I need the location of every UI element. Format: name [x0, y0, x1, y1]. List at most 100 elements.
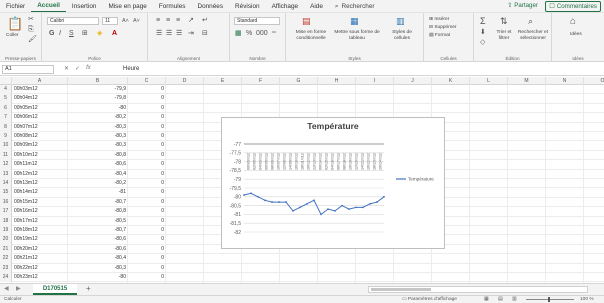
ideas-icon[interactable]: ⌂	[570, 17, 576, 27]
column-header-K[interactable]: K	[432, 77, 470, 85]
row-number[interactable]: 22	[0, 254, 12, 264]
row-number[interactable]: 12	[0, 160, 12, 170]
function-icon[interactable]: fx	[86, 65, 91, 72]
indent-icon[interactable]: ⇥	[188, 30, 194, 38]
table-row[interactable]: 4 00h03m12 -79,9 0	[0, 85, 604, 95]
decimal-icon[interactable]: ⁰⁰	[272, 30, 276, 38]
column-header-F[interactable]: F	[242, 77, 280, 85]
cell-b[interactable]: -80	[68, 104, 128, 113]
cell-a[interactable]: 00h15m12	[12, 198, 68, 207]
select-all-corner[interactable]	[0, 77, 12, 85]
column-header-C[interactable]: C	[128, 77, 166, 85]
cell-b[interactable]: -80,8	[68, 207, 128, 216]
formula-input[interactable]: Heure	[123, 65, 139, 74]
cell-a[interactable]: 00h10m12	[12, 151, 68, 160]
enter-icon[interactable]: ✓	[75, 65, 80, 72]
row-number[interactable]: 9	[0, 132, 12, 142]
row-number[interactable]: 5	[0, 94, 12, 104]
sheet-tab-D170515[interactable]: D170515	[33, 284, 77, 295]
normal-view-icon[interactable]: ▦	[484, 296, 489, 303]
copy-icon[interactable]: ⎘	[28, 26, 34, 34]
comments-button[interactable]: ☐ Commentaires	[545, 1, 601, 12]
cell-c[interactable]: 0	[128, 226, 166, 235]
cell-b[interactable]: -80,5	[68, 217, 128, 226]
menu-accueil[interactable]: Accueil	[31, 0, 66, 12]
clear-icon[interactable]: ◇	[480, 39, 485, 47]
cell-c[interactable]: 0	[128, 207, 166, 216]
cell-b[interactable]: -80	[68, 273, 128, 282]
column-header-I[interactable]: I	[356, 77, 394, 85]
cell-a[interactable]: 00h08m12	[12, 132, 68, 141]
share-button[interactable]: ⇪ Partager	[507, 2, 538, 9]
column-header-N[interactable]: N	[546, 77, 584, 85]
cell-b[interactable]: -80,4	[68, 254, 128, 263]
cell-a[interactable]: 00h12m12	[12, 170, 68, 179]
zoom-slider[interactable]	[526, 297, 574, 302]
cell-c[interactable]: 0	[128, 113, 166, 122]
menu-fichier[interactable]: Fichier	[0, 0, 31, 13]
cell-a[interactable]: 00h21m12	[12, 254, 68, 263]
wrap-text-icon[interactable]: ↵	[202, 17, 208, 25]
cell-b[interactable]: -79,8	[68, 94, 128, 103]
row-number[interactable]: 24	[0, 273, 12, 283]
column-header-A[interactable]: A	[12, 77, 68, 85]
table-row[interactable]: 24 00h23m12 -80 0	[0, 273, 604, 283]
row-number[interactable]: 17	[0, 207, 12, 217]
cell-b[interactable]: -80,4	[68, 170, 128, 179]
tell-me-search[interactable]: ⌕ Rechercher	[329, 0, 381, 13]
font-name-select[interactable]: Calibri	[47, 17, 99, 25]
ideas-button[interactable]: Idées	[570, 32, 582, 38]
cell-a[interactable]: 00h06m12	[12, 113, 68, 122]
table-row[interactable]: 22 00h21m12 -80,4 0	[0, 254, 604, 264]
format-painter-icon[interactable]: 🖌	[28, 36, 37, 44]
column-header-G[interactable]: G	[280, 77, 318, 85]
temperature-chart[interactable]: Température -77 -77,5 -78 -78,5 -79 -79,5 -80-…	[221, 117, 445, 249]
cell-a[interactable]: 00h17m12	[12, 217, 68, 226]
table-row[interactable]: 5 00h04m12 -79,8 0	[0, 94, 604, 104]
menu-mise-en-page[interactable]: Mise en page	[102, 0, 152, 13]
format-cells-button[interactable]: ▤ Format	[429, 33, 450, 39]
add-sheet-button[interactable]: +	[86, 284, 91, 293]
cell-b[interactable]: -80,3	[68, 141, 128, 150]
cell-a[interactable]: 00h23m12	[12, 273, 68, 282]
cell-a[interactable]: 00h18m12	[12, 226, 68, 235]
merge-icon[interactable]: ⊟	[202, 30, 208, 38]
menu-insertion[interactable]: Insertion	[66, 0, 103, 13]
sort-filter-icon[interactable]: ⇅	[500, 17, 508, 26]
cell-b[interactable]: -80,8	[68, 151, 128, 160]
cell-a[interactable]: 00h19m12	[12, 235, 68, 244]
row-number[interactable]: 19	[0, 226, 12, 236]
cell-c[interactable]: 0	[128, 104, 166, 113]
row-number[interactable]: 13	[0, 169, 12, 179]
orientation-icon[interactable]: ↗	[188, 17, 194, 25]
page-break-icon[interactable]: ▥	[512, 296, 517, 303]
cell-c[interactable]: 0	[128, 85, 166, 94]
menu-aide[interactable]: Aide	[304, 0, 329, 13]
menu-formules[interactable]: Formules	[153, 0, 192, 13]
paste-icon[interactable]: 📋	[7, 17, 23, 30]
fill-color-icon[interactable]: ◈	[97, 30, 102, 38]
row-number[interactable]: 16	[0, 197, 12, 208]
cell-b[interactable]: -80,3	[68, 123, 128, 132]
table-row[interactable]: 23 00h22m12 -80,3 0	[0, 263, 604, 273]
thousands-icon[interactable]: 000	[256, 30, 268, 38]
font-color-icon[interactable]: A	[112, 30, 117, 38]
cell-a[interactable]: 00h03m12	[12, 85, 68, 94]
cell-a[interactable]: 00h11m12	[12, 160, 68, 169]
cell-a[interactable]: 00h20m12	[12, 245, 68, 254]
cell-a[interactable]: 00h05m12	[12, 104, 68, 113]
zoom-thumb[interactable]	[548, 297, 550, 302]
cell-b[interactable]: -80,3	[68, 264, 128, 273]
name-box[interactable]: A1	[2, 65, 54, 74]
table-row[interactable]: 6 00h05m12 -80 0	[0, 103, 604, 114]
align-left-icon[interactable]: ☰	[156, 30, 162, 38]
horizontal-scrollbar[interactable]	[368, 286, 588, 293]
cell-a[interactable]: 00h16m12	[12, 207, 68, 216]
percent-icon[interactable]: %	[246, 30, 252, 38]
cell-a[interactable]: 00h09m12	[12, 141, 68, 150]
cell-c[interactable]: 0	[128, 235, 166, 244]
align-bottom-icon[interactable]: ≡	[176, 17, 180, 25]
menu-donn-es[interactable]: Données	[191, 0, 229, 13]
zoom-level[interactable]: 100 %	[580, 296, 594, 303]
italic-button[interactable]: I	[59, 30, 61, 38]
